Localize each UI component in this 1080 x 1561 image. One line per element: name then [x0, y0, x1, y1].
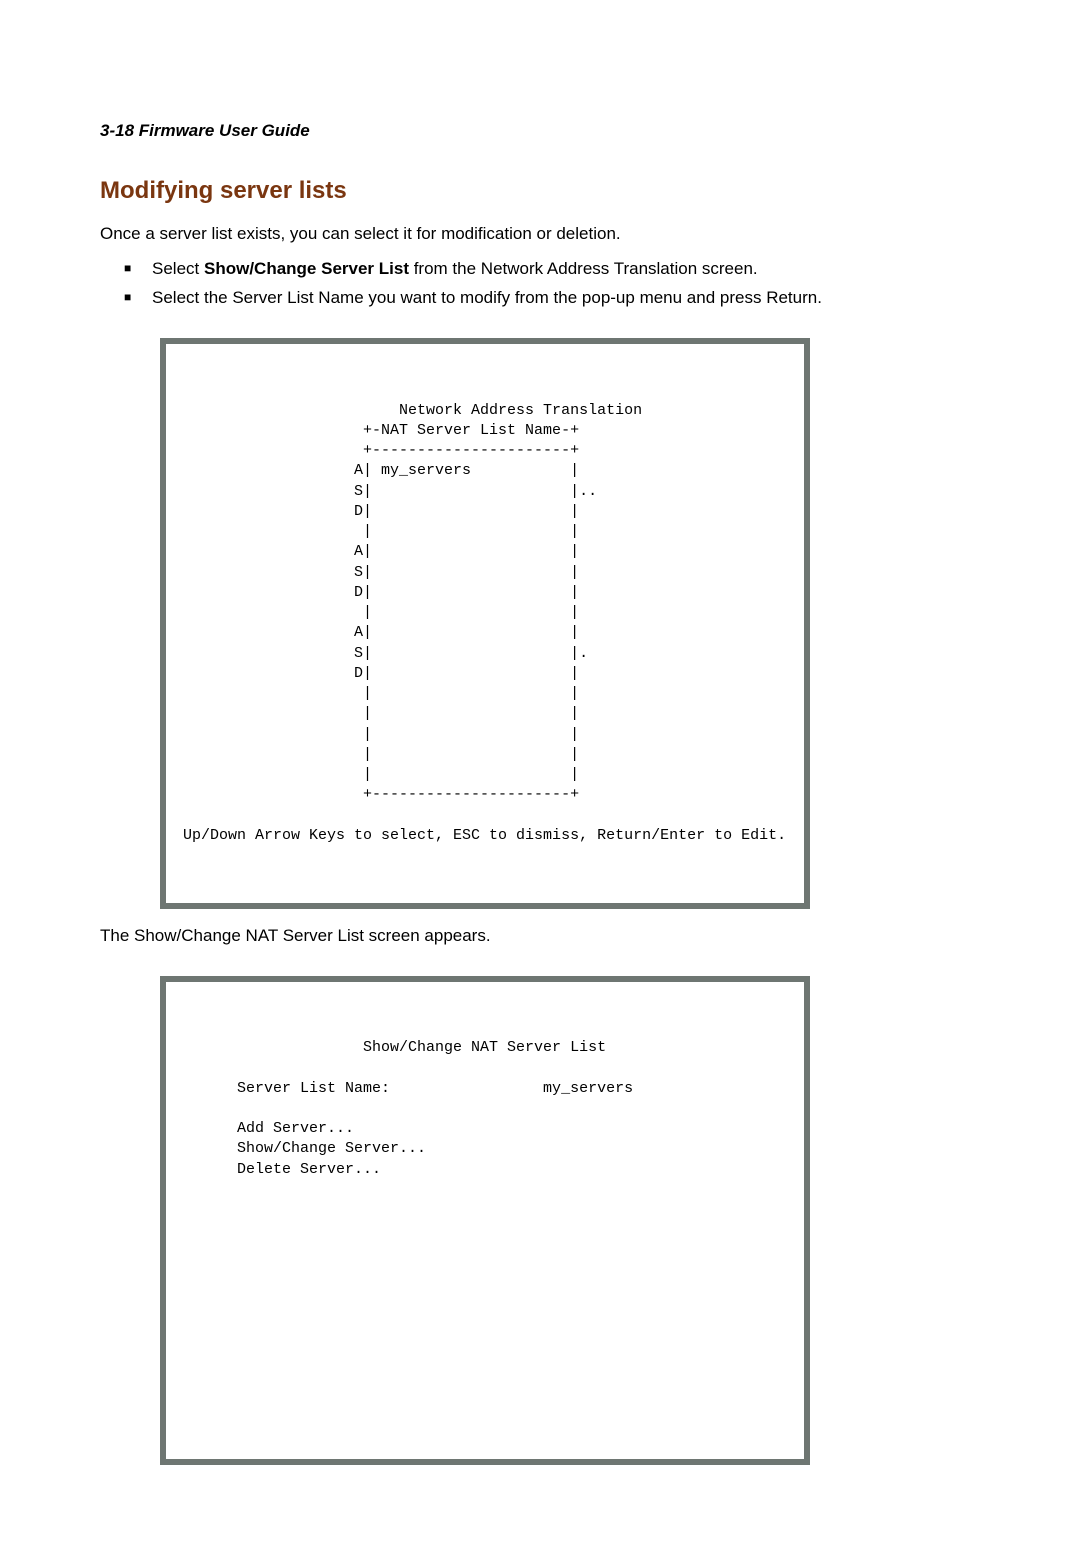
bullet-item: Select Show/Change Server List from the … — [124, 258, 980, 281]
terminal-screen-nat-popup: Network Address Translation +-NAT Server… — [160, 338, 810, 909]
bullet-suffix: from the Network Address Translation scr… — [409, 259, 758, 278]
document-page: 3-18 Firmware User Guide Modifying serve… — [0, 0, 1080, 1561]
terminal-content: Show/Change NAT Server List Server List … — [166, 1038, 804, 1403]
bullet-item: Select the Server List Name you want to … — [124, 287, 980, 310]
bullet-prefix: Select — [152, 259, 204, 278]
terminal-content: Network Address Translation +-NAT Server… — [166, 401, 804, 847]
between-paragraph: The Show/Change NAT Server List screen a… — [100, 925, 980, 948]
bullet-list: Select Show/Change Server List from the … — [100, 258, 980, 310]
running-header: 3-18 Firmware User Guide — [100, 120, 980, 143]
terminal-screen-show-change: Show/Change NAT Server List Server List … — [160, 976, 810, 1466]
bullet-prefix: Select the Server List Name you want to … — [152, 288, 822, 307]
section-heading: Modifying server lists — [100, 175, 980, 207]
bullet-bold: Show/Change Server List — [204, 259, 409, 278]
intro-paragraph: Once a server list exists, you can selec… — [100, 223, 980, 246]
